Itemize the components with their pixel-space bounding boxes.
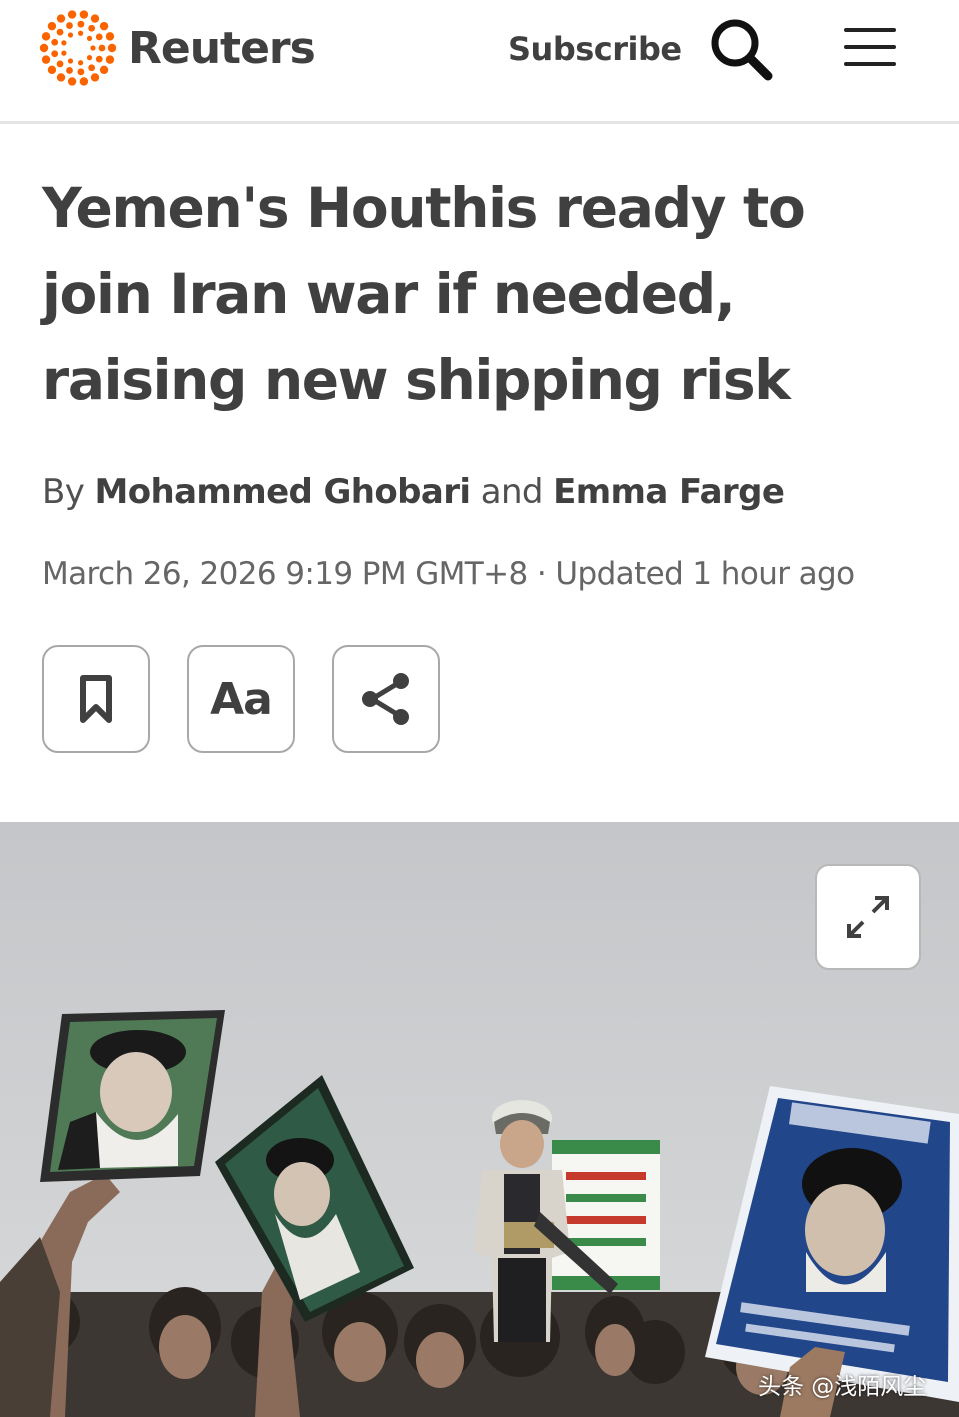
logo-dot — [90, 45, 96, 51]
watermark: 头条 @浅陌风尘 — [758, 1374, 927, 1400]
expand-icon — [847, 896, 889, 938]
logo-dot — [90, 73, 100, 82]
logo-dot — [67, 10, 77, 19]
author-link[interactable]: Mohammed Ghobari — [94, 472, 471, 512]
top-navigation-bar: Reuters Subscribe — [0, 0, 959, 124]
logo-dot — [56, 73, 66, 82]
reuters-logo-icon — [39, 10, 117, 86]
logo-dot — [39, 43, 49, 53]
logo-dot — [66, 67, 73, 74]
logo-dot — [86, 35, 93, 41]
logo-dot — [78, 60, 84, 66]
search-icon — [711, 19, 773, 81]
logo-dot — [56, 28, 64, 36]
subscribe-button[interactable]: Subscribe — [508, 24, 682, 74]
article-headline: Yemen's Houthis ready to join Iran war i… — [42, 176, 806, 412]
logo-dot — [105, 55, 115, 64]
logo-dot — [41, 55, 51, 64]
logo-dot — [67, 77, 77, 86]
logo-dot — [66, 22, 73, 29]
logo-dot — [61, 40, 67, 46]
logo-dot — [99, 65, 109, 75]
article-photo[interactable]: 头条 @浅陌风尘 — [0, 822, 959, 1417]
logo-dot — [56, 14, 66, 23]
updated-time: Updated 1 hour ago — [555, 556, 855, 592]
logo-dot — [47, 21, 57, 31]
logo-dot — [67, 32, 74, 38]
logo-dot — [56, 60, 64, 68]
logo-dot — [78, 30, 84, 36]
hamburger-menu-icon — [844, 28, 896, 66]
bookmark-icon — [80, 675, 112, 723]
logo-dot — [105, 32, 115, 41]
byline: By Mohammed Ghobari and Emma Farge — [42, 472, 785, 512]
logo-dot — [98, 44, 106, 52]
dateline: March 26, 2026 9:19 PM GMT+8 · Updated 1… — [42, 556, 855, 592]
share-button[interactable] — [332, 645, 440, 753]
logo-dot — [77, 20, 85, 28]
logo-dot — [41, 32, 51, 41]
menu-button[interactable] — [840, 24, 900, 70]
logo-dot — [67, 58, 74, 64]
logo-dot — [90, 14, 100, 23]
logo-dot — [47, 65, 57, 75]
published-time: March 26, 2026 9:19 PM GMT+8 — [42, 556, 528, 592]
byline-conjunction: and — [480, 472, 544, 512]
logo-dot — [95, 55, 103, 63]
brand-name: Reuters — [128, 22, 316, 74]
logo-dot — [88, 64, 96, 72]
logo-dot — [61, 50, 67, 56]
font-size-button[interactable]: Aa — [187, 645, 295, 753]
bookmark-button[interactable] — [42, 645, 150, 753]
logo-dot — [51, 38, 59, 46]
logo-dot — [51, 50, 59, 58]
reuters-logo[interactable]: Reuters — [38, 8, 316, 88]
share-icon — [362, 673, 409, 725]
font-size-icon: Aa — [210, 673, 273, 725]
logo-dot — [77, 68, 85, 76]
logo-dot — [95, 33, 103, 41]
search-button[interactable] — [708, 16, 774, 82]
expand-photo-button[interactable] — [815, 864, 921, 970]
byline-prefix: By — [42, 472, 85, 512]
logo-dot — [107, 43, 117, 53]
author-link[interactable]: Emma Farge — [553, 472, 785, 512]
logo-dot — [86, 55, 93, 61]
logo-dot — [88, 24, 96, 32]
logo-dot — [79, 10, 89, 19]
dateline-separator: · — [536, 556, 547, 592]
logo-dot — [79, 77, 89, 86]
logo-dot — [99, 21, 109, 31]
